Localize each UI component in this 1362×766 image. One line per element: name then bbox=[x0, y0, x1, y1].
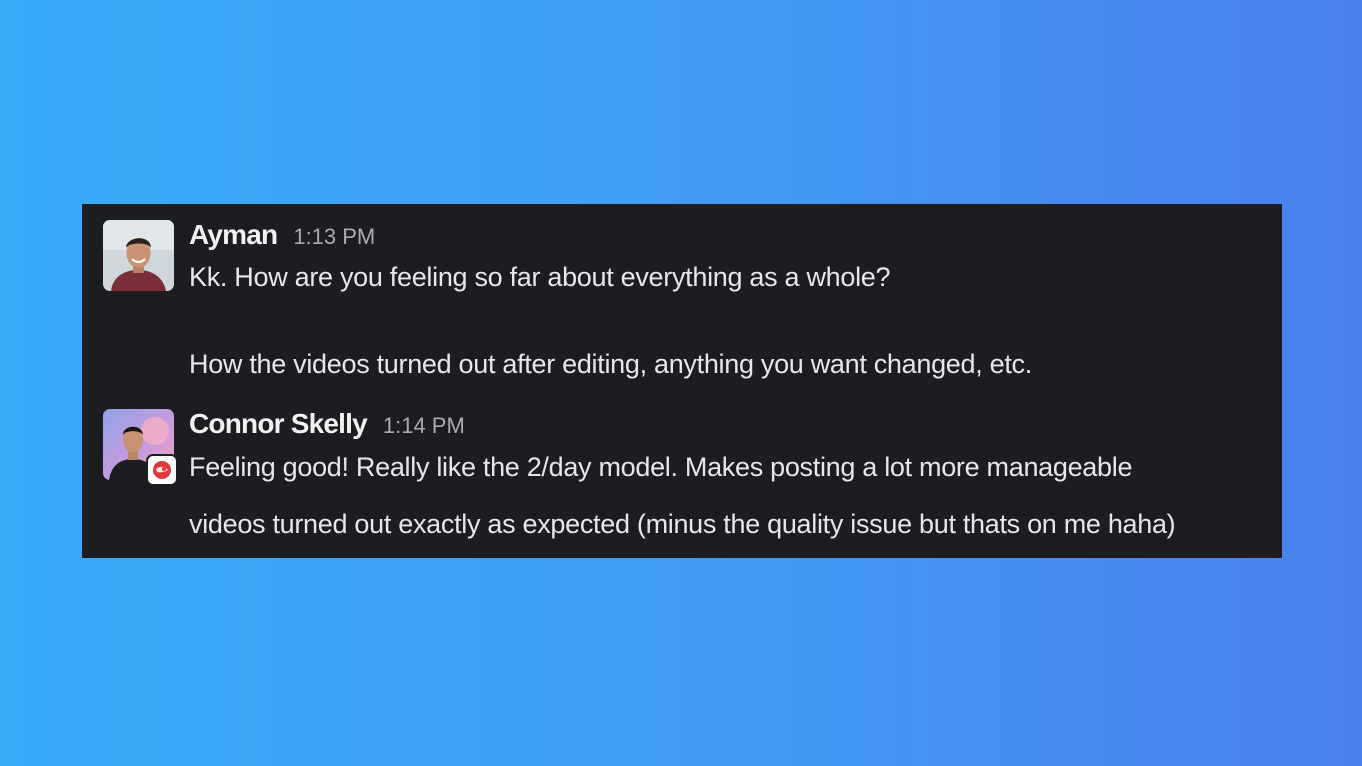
message-text-line: How the videos turned out after editing,… bbox=[189, 349, 1032, 379]
message-body: Connor Skelly 1:14 PM Feeling good! Real… bbox=[189, 408, 1279, 539]
chat-panel: Ayman 1:13 PM Kk. How are you feeling so… bbox=[82, 204, 1282, 558]
author-name[interactable]: Connor Skelly bbox=[189, 408, 368, 440]
user-avatar-icon bbox=[103, 220, 174, 291]
message-timestamp[interactable]: 1:13 PM bbox=[293, 224, 375, 250]
message-header: Ayman 1:13 PM bbox=[189, 219, 1279, 253]
message-text-line: Kk. How are you feeling so far about eve… bbox=[189, 262, 891, 292]
red-emoji-badge-icon bbox=[153, 461, 171, 479]
message-timestamp[interactable]: 1:14 PM bbox=[383, 413, 465, 439]
author-name[interactable]: Ayman bbox=[189, 219, 278, 251]
avatar-ayman[interactable] bbox=[103, 220, 174, 291]
message-header: Connor Skelly 1:14 PM bbox=[189, 408, 1279, 442]
message-body: Ayman 1:13 PM Kk. How are you feeling so… bbox=[189, 219, 1279, 379]
status-emoji-badge[interactable] bbox=[146, 454, 178, 486]
message-text-line: Feeling good! Really like the 2/day mode… bbox=[189, 452, 1133, 482]
message-text-line: videos turned out exactly as expected (m… bbox=[189, 509, 1176, 539]
